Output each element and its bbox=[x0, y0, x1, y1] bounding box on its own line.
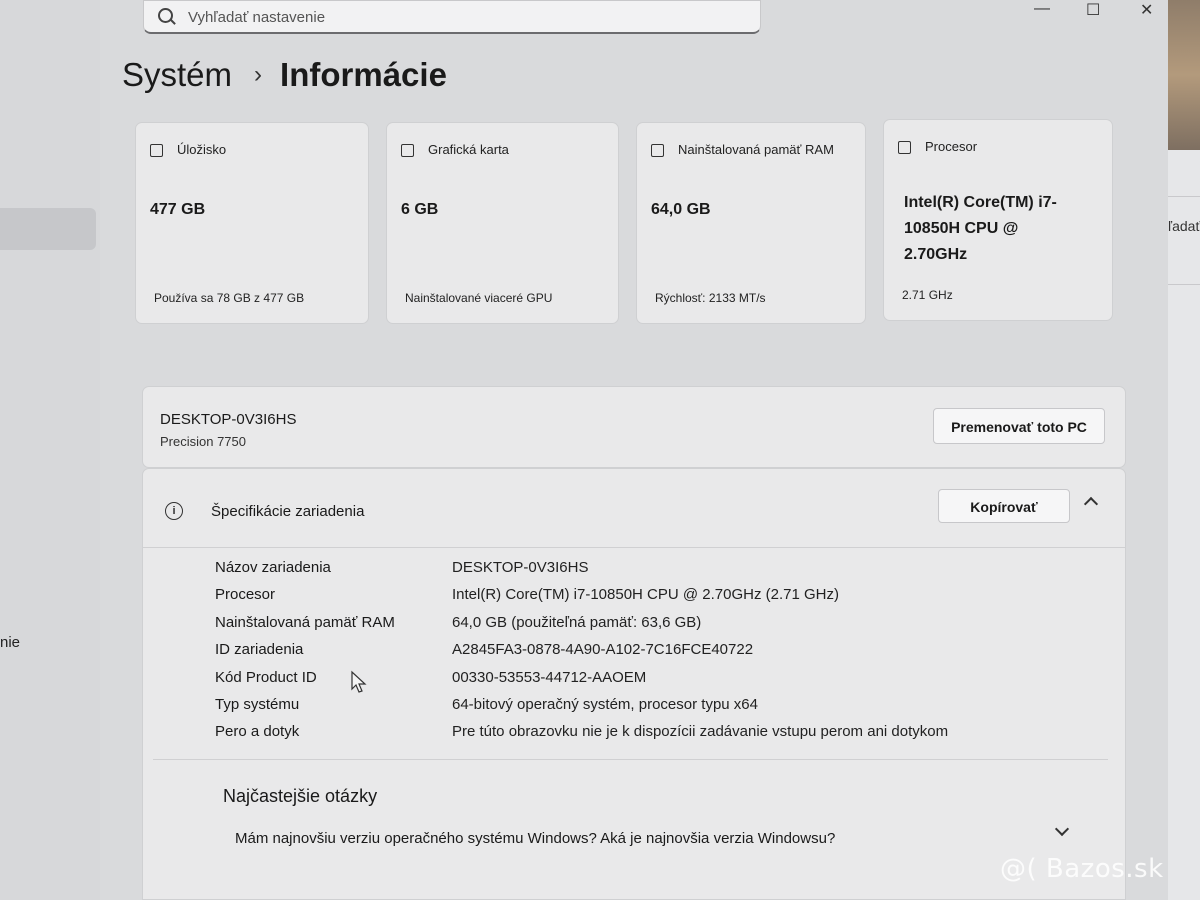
spec-key: Kód Product ID bbox=[215, 668, 317, 686]
pc-name-panel: DESKTOP-0V3I6HS Precision 7750 Premenova… bbox=[142, 386, 1126, 468]
spec-key: Pero a dotyk bbox=[215, 723, 300, 741]
gpu-card[interactable]: Grafická karta 6 GB Nainštalované viacer… bbox=[386, 122, 619, 324]
background-window-text: ľadať bbox=[1168, 218, 1200, 234]
maximize-icon[interactable]: ☐ bbox=[1086, 0, 1100, 20]
card-subtext: 2.71 GHz bbox=[902, 288, 953, 302]
card-label: Grafická karta bbox=[428, 142, 509, 157]
device-specs-title: Špecifikácie zariadenia bbox=[211, 503, 365, 520]
spec-value: A2845FA3-0878-4A90-A102-7C16FCE40722 bbox=[452, 641, 754, 659]
sidebar-item-selected[interactable] bbox=[0, 208, 96, 250]
pc-name: DESKTOP-0V3I6HS bbox=[160, 411, 297, 428]
pc-model: Precision 7750 bbox=[160, 434, 246, 449]
page-title: Informácie bbox=[280, 56, 447, 93]
card-value: 477 GB bbox=[150, 201, 206, 218]
chevron-up-icon[interactable] bbox=[1083, 496, 1099, 512]
spec-value: 64-bitový operačný systém, procesor typu… bbox=[452, 695, 758, 713]
card-value: 64,0 GB bbox=[651, 201, 711, 218]
spec-value: 00330-53553-44712-AAOEM bbox=[452, 668, 647, 686]
card-subtext: Nainštalované viaceré GPU bbox=[405, 291, 553, 305]
divider bbox=[1168, 196, 1200, 197]
spec-value: Intel(R) Core(TM) i7-10850H CPU @ 2.70GH… bbox=[452, 586, 839, 604]
background-window: ľadať bbox=[1168, 0, 1200, 900]
gpu-icon bbox=[401, 144, 414, 157]
breadcrumb: Systém › Informácie bbox=[122, 56, 447, 94]
spec-key: Nainštalovaná pamäť RAM bbox=[215, 613, 395, 631]
spec-key: Názov zariadenia bbox=[215, 559, 331, 576]
ram-icon bbox=[651, 144, 664, 157]
card-subtext: Používa sa 78 GB z 477 GB bbox=[154, 291, 305, 305]
breadcrumb-parent[interactable]: Systém bbox=[122, 56, 232, 94]
close-icon[interactable]: ✕ bbox=[1140, 0, 1153, 20]
info-icon: i bbox=[165, 502, 183, 520]
storage-icon bbox=[150, 144, 163, 157]
search-box[interactable] bbox=[143, 0, 761, 34]
divider bbox=[1168, 284, 1200, 285]
spec-value: DESKTOP-0V3I6HS bbox=[452, 559, 589, 576]
ram-card[interactable]: Nainštalovaná pamäť RAM 64,0 GB Rýchlosť… bbox=[636, 122, 866, 324]
watermark: @( Bazos.sk bbox=[1000, 854, 1164, 884]
faq-title: Najčastejšie otázky bbox=[223, 786, 378, 806]
chevron-down-icon[interactable] bbox=[1054, 821, 1070, 837]
mouse-cursor-icon bbox=[351, 670, 367, 693]
card-label: Nainštalovaná pamäť RAM bbox=[678, 142, 834, 157]
minimize-icon[interactable]: — bbox=[1034, 0, 1050, 18]
cpu-icon bbox=[898, 141, 911, 154]
card-label: Procesor bbox=[925, 139, 978, 154]
card-value: Intel(R) Core(TM) i7-10850H CPU @ 2.70GH… bbox=[904, 194, 1057, 263]
rename-pc-button[interactable]: Premenovať toto PC bbox=[933, 408, 1105, 444]
faq-section: Najčastejšie otázky Mám najnovšiu verziu… bbox=[153, 759, 1108, 900]
device-specs-header[interactable]: i Špecifikácie zariadenia Kopírovať bbox=[143, 469, 1125, 548]
storage-card[interactable]: Úložisko 477 GB Používa sa 78 GB z 477 G… bbox=[135, 122, 369, 324]
spec-key: Procesor bbox=[215, 586, 276, 604]
spec-value: 64,0 GB (použiteľná pamäť: 63,6 GB) bbox=[452, 613, 702, 631]
card-label: Úložisko bbox=[177, 142, 227, 157]
search-input[interactable] bbox=[188, 5, 728, 29]
spec-key: Typ systému bbox=[215, 695, 300, 713]
wallpaper-strip bbox=[1168, 0, 1200, 150]
copy-button[interactable]: Kopírovať bbox=[938, 489, 1070, 523]
search-icon bbox=[158, 8, 173, 23]
chevron-right-icon: › bbox=[254, 61, 263, 88]
processor-card[interactable]: Procesor Intel(R) Core(TM) i7-10850H CPU… bbox=[883, 119, 1113, 321]
spec-value: Pre túto obrazovku nie je k dispozícii z… bbox=[452, 723, 949, 741]
card-subtext: Rýchlosť: 2133 MT/s bbox=[655, 291, 766, 305]
spec-key: ID zariadenia bbox=[215, 641, 304, 659]
card-value: 6 GB bbox=[401, 201, 439, 218]
faq-question[interactable]: Mám najnovšiu verziu operačného systému … bbox=[235, 830, 835, 847]
device-specs-panel: i Špecifikácie zariadenia Kopírovať Názo… bbox=[142, 468, 1126, 900]
sidebar-item-label[interactable]: nie bbox=[0, 634, 20, 651]
